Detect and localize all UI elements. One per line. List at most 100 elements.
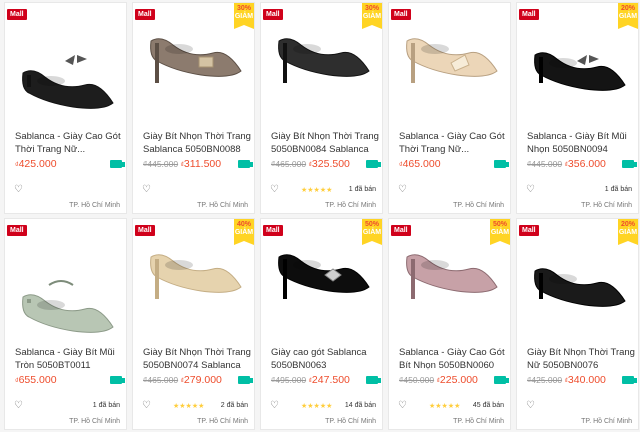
original-price: ₫465.000 [271, 159, 307, 169]
mall-badge: Mall [135, 225, 155, 236]
mall-badge: Mall [519, 9, 539, 20]
original-price: ₫445.000 [527, 159, 563, 169]
seller-location: TP. Hồ Chí Minh [453, 418, 504, 425]
discount-percent: 30% [364, 5, 379, 12]
original-price: ₫495.000 [271, 375, 307, 385]
heart-icon[interactable]: ♡ [526, 401, 536, 411]
heart-icon[interactable]: ♡ [270, 185, 280, 195]
mall-badge: Mall [391, 9, 411, 20]
price-row: ₫465.000 ₫279.000 [143, 374, 253, 388]
discount-percent: 50% [364, 221, 379, 228]
free-shipping-icon [622, 160, 637, 168]
discount-label: GIẢM [362, 13, 382, 20]
seller-location: TP. Hồ Chí Minh [453, 202, 504, 209]
product-image[interactable] [389, 3, 511, 121]
product-name[interactable]: Sablanca - Giày Cao Gót Bít Nhọn 5050BN0… [399, 346, 507, 372]
heart-icon[interactable]: ♡ [270, 401, 280, 411]
seller-location: TP. Hồ Chí Minh [581, 202, 632, 209]
free-shipping-icon [494, 160, 509, 168]
discount-badge: 40% GIẢM [234, 219, 254, 245]
price-row: ₫465.000 [399, 158, 509, 172]
price-row: ₫445.000 ₫311.500 [143, 158, 253, 172]
product-name[interactable]: Giày Bít Nhọn Thời Trang Sablanca 5050BN… [143, 130, 251, 156]
mall-badge: Mall [519, 225, 539, 236]
current-price: ₫465.000 [399, 158, 441, 170]
mall-badge: Mall [135, 9, 155, 20]
product-name[interactable]: Giày Bít Nhọn Thời Trang 5050BN0074 Sabl… [143, 346, 251, 372]
product-card[interactable]: Mall Sablanca - Giày Cao Gót Thời Trang N… [388, 2, 511, 214]
price-value: 311.500 [183, 158, 222, 170]
free-shipping-icon [366, 160, 381, 168]
product-image[interactable] [5, 219, 127, 337]
product-name[interactable]: Sablanca - Giày Cao Gót Thời Trang Nữ... [15, 130, 123, 156]
original-price: ₫465.000 [143, 375, 179, 385]
discount-badge: 20% GIẢM [618, 3, 638, 29]
product-card[interactable]: Mall Sablanca - Giày Bít Mũi Tròn 5050BT0… [4, 218, 127, 430]
seller-location: TP. Hồ Chí Minh [581, 418, 632, 425]
discount-label: GIẢM [618, 229, 638, 236]
heart-icon[interactable]: ♡ [14, 401, 24, 411]
sold-count: 1 đã bán [348, 186, 376, 193]
price-row: ₫445.000 ₫356.000 [527, 158, 637, 172]
product-image[interactable] [5, 3, 127, 121]
price-value: 279.000 [183, 374, 222, 386]
heart-icon[interactable]: ♡ [526, 185, 536, 195]
price-value: 425.000 [18, 158, 57, 170]
discount-percent: 20% [620, 221, 635, 228]
product-name[interactable]: Sablanca - Giày Bít Mũi Tròn 5050BT0011 [15, 346, 123, 372]
price-row: ₫465.000 ₫325.500 [271, 158, 381, 172]
product-thumbnail[interactable] [389, 3, 511, 121]
product-card[interactable]: Mall 30% GIẢM Giày Bít Nhọn Thời Trang 5050… [260, 2, 383, 214]
discount-badge: 30% GIẢM [234, 3, 254, 29]
current-price: ₫655.000 [15, 374, 57, 386]
current-price: ₫225.000 [436, 374, 478, 386]
product-card[interactable]: Mall 50% GIẢM Sablanca - Giày Cao Gót Bít N… [388, 218, 511, 430]
product-name[interactable]: Giày Bít Nhọn Thời Trang Nữ 5050BN0076 [527, 346, 635, 372]
product-card[interactable]: Mall 50% GIẢM Giày cao gót Sablanca 5050BN0… [260, 218, 383, 430]
discount-percent: 30% [236, 5, 251, 12]
product-card[interactable]: Mall 40% GIẢM Giày Bít Nhọn Thời Trang 5050… [132, 218, 255, 430]
original-price: ₫445.000 [143, 159, 179, 169]
discount-label: GIẢM [490, 229, 510, 236]
product-thumbnail[interactable] [5, 3, 127, 121]
price-value: 465.000 [402, 158, 441, 170]
product-card[interactable]: Mall 30% GIẢM Giày Bít Nhọn Thời Trang Sabl… [132, 2, 255, 214]
product-thumbnail[interactable] [5, 219, 127, 337]
product-name[interactable]: Giày cao gót Sablanca 5050BN0063 [271, 346, 379, 372]
heart-icon[interactable]: ♡ [398, 185, 408, 195]
product-name[interactable]: Sablanca - Giày Cao Gót Thời Trang Nữ... [399, 130, 507, 156]
product-name[interactable]: Giày Bít Nhọn Thời Trang 5050BN0084 Sabl… [271, 130, 379, 156]
discount-label: GIẢM [618, 13, 638, 20]
sold-count: 1 đã bán [92, 402, 120, 409]
discount-badge: 20% GIẢM [618, 219, 638, 245]
sold-count: 1 đã bán [604, 186, 632, 193]
product-card[interactable]: Mall 20% GIẢM Giày Bít Nhọn Thời Trang Nữ 5… [516, 218, 639, 430]
heart-icon[interactable]: ♡ [14, 185, 24, 195]
product-card[interactable]: Mall Sablanca - Giày Cao Gót Thời Trang N… [4, 2, 127, 214]
discount-percent: 20% [620, 5, 635, 12]
current-price: ₫247.500 [308, 374, 350, 386]
price-row: ₫425.000 ₫340.000 [527, 374, 637, 388]
price-row: ₫425.000 [15, 158, 125, 172]
price-row: ₫495.000 ₫247.500 [271, 374, 381, 388]
current-price: ₫340.000 [564, 374, 606, 386]
rating-stars: ★★★★★ [301, 187, 333, 194]
product-name[interactable]: Sablanca - Giày Bít Mũi Nhọn 5050BN0094 [527, 130, 635, 156]
heart-icon[interactable]: ♡ [142, 185, 152, 195]
current-price: ₫356.000 [564, 158, 606, 170]
sold-count: 14 đã bán [344, 402, 376, 409]
rating-stars: ★★★★★ [173, 403, 205, 410]
seller-location: TP. Hồ Chí Minh [325, 418, 376, 425]
price-value: 247.500 [311, 374, 350, 386]
heart-icon[interactable]: ♡ [142, 401, 152, 411]
free-shipping-icon [238, 160, 253, 168]
price-value: 325.500 [311, 158, 350, 170]
rating-stars: ★★★★★ [301, 403, 333, 410]
product-card[interactable]: Mall 20% GIẢM Sablanca - Giày Bít Mũi Nhọn … [516, 2, 639, 214]
heart-icon[interactable]: ♡ [398, 401, 408, 411]
discount-percent: 40% [236, 221, 251, 228]
discount-label: GIẢM [234, 13, 254, 20]
free-shipping-icon [238, 376, 253, 384]
discount-badge: 30% GIẢM [362, 3, 382, 29]
sold-count: 45 đã bán [472, 402, 504, 409]
